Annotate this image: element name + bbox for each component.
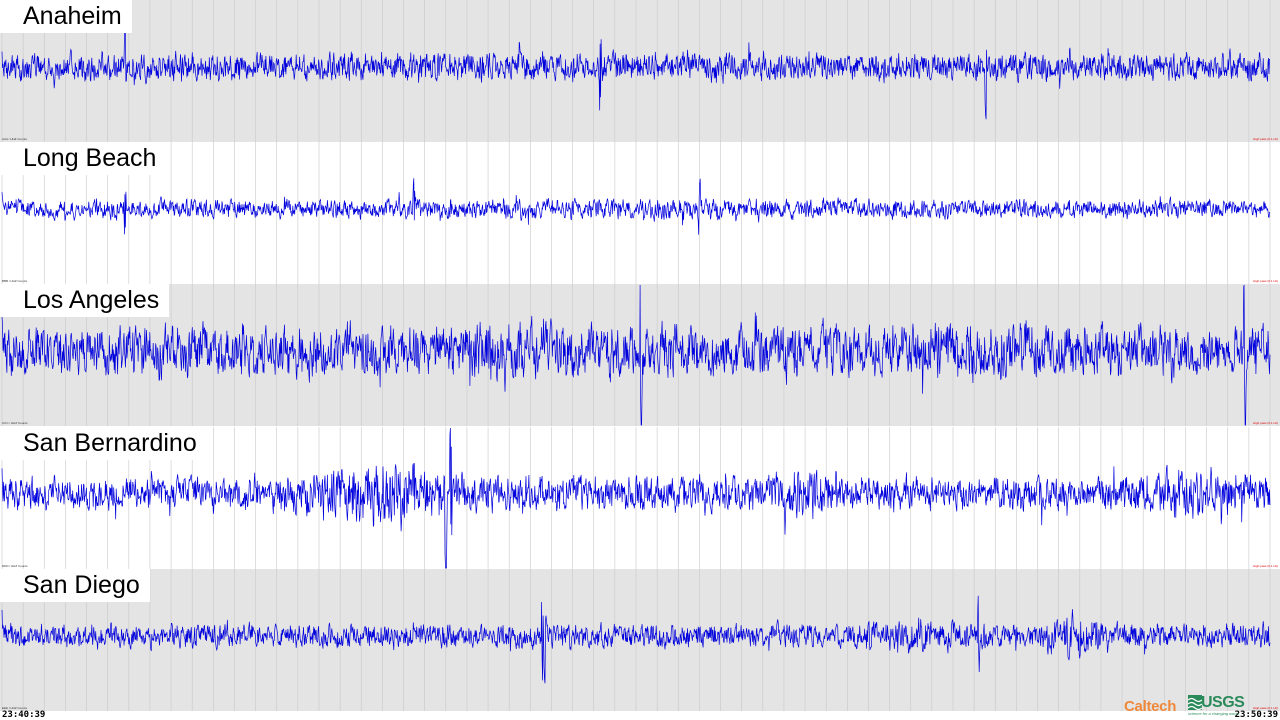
channel-info: AAA / HHZ Counts [2,137,27,141]
filter-info: High pass (0.1 Hz) [1253,279,1278,283]
seismogram-plot [0,284,1280,426]
usgs-tagline: science for a changing world [1188,711,1239,716]
station-panel: San Diego EEE / HHZ Counts High pass (0.1 … [0,569,1280,711]
channel-info: DDD / HHZ Counts [2,564,28,568]
channel-info: CCC / HHZ Counts [2,421,28,425]
usgs-wave-icon [1188,695,1202,710]
station-panel: Los Angeles CCC / HHZ Counts High pass (0.… [0,284,1280,426]
station-label: Long Beach [0,142,167,175]
usgs-wordmark: USGS [1201,694,1245,711]
filter-info: High pass (0.1 Hz) [1253,421,1278,425]
station-label: Anaheim [0,0,132,33]
station-panel: Anaheim AAA / HHZ Counts High pass (0.1 Hz… [0,0,1280,142]
channel-info: BBB / HHZ Counts [2,279,28,283]
seismogram-plot [0,0,1280,142]
station-panel: Long Beach BBB / HHZ Counts High pass (0.1… [0,142,1280,284]
seismogram-panels: Anaheim AAA / HHZ Counts High pass (0.1 Hz… [0,0,1280,712]
time-start-label: 23:40:39 [2,710,46,720]
filter-info: High pass (0.1 Hz) [1253,564,1278,568]
station-panel: San Bernardino DDD / HHZ Counts High pass … [0,427,1280,569]
caltech-logo: Caltech [1124,698,1177,715]
station-label: Los Angeles [0,284,170,317]
station-label: San Bernardino [0,427,207,460]
usgs-logo: USGS science for a changing world [1188,694,1246,719]
filter-info: High pass (0.1 Hz) [1253,137,1278,141]
seismogram-plot [0,142,1280,284]
seismogram-plot [0,569,1280,711]
station-label: San Diego [0,569,150,602]
